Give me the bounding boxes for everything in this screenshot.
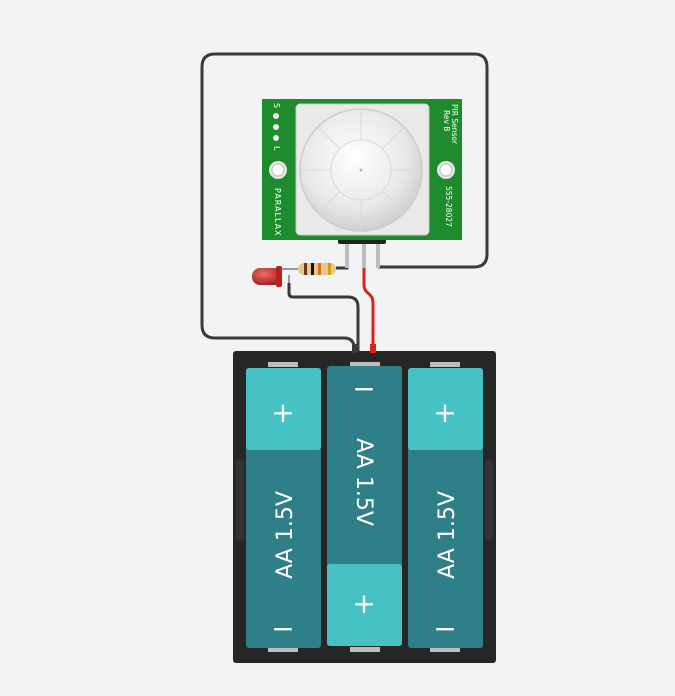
pir-revision: Rev B	[442, 110, 451, 131]
battery-cell-3: + − AA 1.5V	[408, 368, 483, 648]
circuit-diagram: S + - L PARALLAX PIR Sensor Rev B 555-28…	[200, 52, 496, 663]
cell-3-plus: +	[433, 396, 456, 429]
cell-3-label: AA 1.5V	[435, 491, 460, 579]
pin-label-s: S	[272, 103, 281, 108]
resistor[interactable]	[278, 263, 336, 275]
battery-cell-2: − + AA 1.5V	[327, 366, 402, 646]
pir-sensor[interactable]: S + - L PARALLAX PIR Sensor Rev B 555-28…	[262, 99, 462, 240]
pin-label-l: L	[272, 146, 281, 151]
cell-2-plus: +	[352, 587, 375, 620]
wire-led-ground[interactable]	[287, 283, 360, 352]
pir-brand: PARALLAX	[273, 188, 282, 237]
wire-power-red[interactable]	[362, 266, 375, 352]
battery-cell-1: + − AA 1.5V	[246, 368, 321, 648]
cell-2-minus: −	[352, 372, 375, 405]
pir-part-number: 555-28027	[444, 186, 453, 227]
cell-3-minus: −	[433, 612, 456, 645]
cell-1-label: AA 1.5V	[273, 491, 298, 579]
cell-1-minus: −	[271, 612, 294, 645]
cell-1-plus: +	[271, 396, 294, 429]
battery-pack[interactable]: + − AA 1.5V − + AA 1.5V + − AA 1.5V	[233, 344, 496, 663]
cell-2-label: AA 1.5V	[351, 438, 376, 526]
circuit-canvas: S + - L PARALLAX PIR Sensor Rev B 555-28…	[0, 0, 675, 692]
